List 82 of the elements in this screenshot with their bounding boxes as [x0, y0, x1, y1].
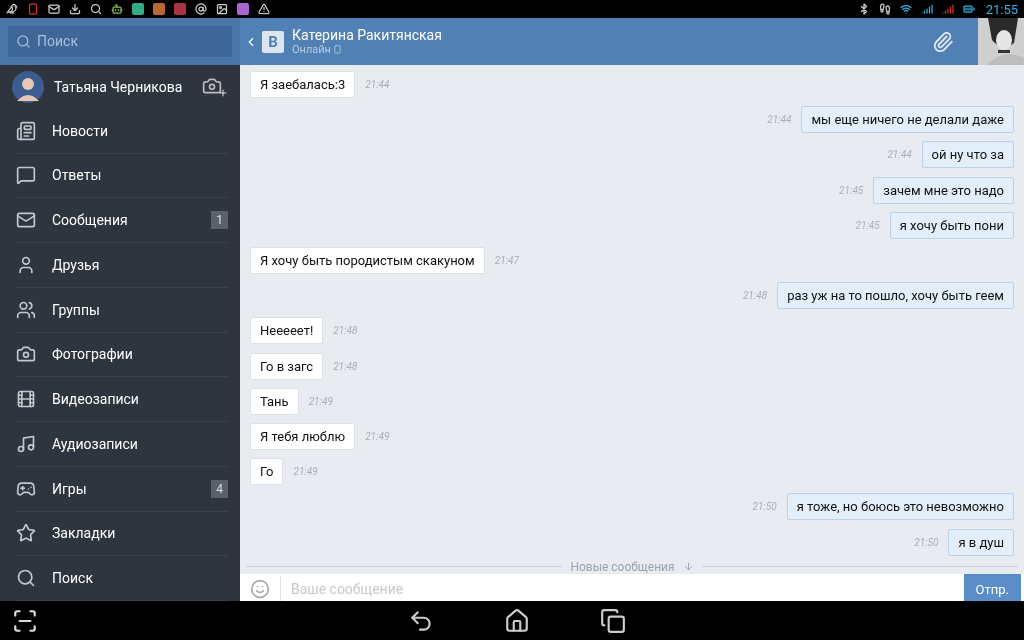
online-status: Онлайн [292, 43, 331, 56]
app-icon [174, 3, 186, 15]
search-placeholder: Поиск [37, 33, 78, 50]
message-time: 21:50 [752, 501, 777, 513]
contact-name: Катерина Ракитянская [292, 27, 443, 43]
received-message: Го [250, 458, 284, 486]
image-icon [216, 3, 228, 15]
music-note-icon [16, 433, 36, 454]
message-time: 21:44 [887, 149, 912, 161]
at-sign-icon [195, 3, 207, 15]
message-time: 21:45 [839, 184, 864, 196]
received-message: Я тебя люблю [250, 422, 356, 450]
mail-icon [48, 3, 60, 15]
newspaper-icon [16, 120, 36, 141]
message-time: 21:45 [855, 219, 880, 231]
message-time: 21:49 [365, 430, 390, 442]
sent-message: я тоже, но боюсь это невозможно [786, 493, 1014, 521]
sent-message: зачем мне это надо [873, 176, 1014, 204]
message-time: 21:48 [742, 290, 768, 302]
download-icon [69, 3, 81, 15]
vk-logo: B [262, 30, 284, 53]
phone-icon [332, 45, 342, 54]
recent-apps-icon[interactable] [600, 607, 626, 634]
people-icon [16, 299, 36, 320]
sent-message: мы еще ничего не делали даже [801, 106, 1014, 134]
chat-bubble-icon [16, 165, 36, 186]
menu-item[interactable]: Поиск [16, 556, 228, 601]
attach-icon[interactable] [932, 30, 954, 53]
message-time: 21:48 [333, 325, 358, 337]
screenshot-icon[interactable] [12, 607, 38, 634]
menu-item[interactable]: Аудиозаписи [16, 422, 228, 467]
warning-icon [258, 3, 270, 15]
message-time: 21:47 [494, 255, 519, 267]
wifi-icon [899, 3, 912, 15]
new-messages-divider: Новые сообщения [570, 559, 675, 574]
menu-item[interactable]: Сообщения 1 [16, 198, 228, 244]
message-time: 21:48 [333, 360, 358, 372]
sent-message: раз уж на то пошло, хочу быть геем [777, 282, 1014, 310]
home-icon[interactable] [504, 607, 530, 634]
message-time: 21:44 [365, 79, 390, 91]
profile-name: Татьяна Черникова [54, 78, 184, 95]
menu-item[interactable]: Ответы [16, 153, 228, 199]
bird-icon [6, 3, 18, 15]
received-message: Нееееет! [250, 317, 324, 345]
app-icon [132, 3, 144, 15]
menu-item[interactable]: Фотографии [16, 332, 228, 378]
message-time: 21:50 [914, 536, 939, 548]
phone-icon [27, 3, 39, 15]
sent-message: я хочу быть пони [889, 211, 1014, 239]
menu-item[interactable]: Закладки [16, 511, 228, 557]
envelope-icon [16, 210, 36, 231]
received-message: Тань [250, 387, 299, 415]
menu-item[interactable]: Новости [16, 108, 228, 154]
avatar [12, 70, 44, 103]
steps-icon [878, 3, 891, 15]
menu-item[interactable]: Группы [16, 287, 228, 333]
robot-icon [111, 3, 123, 15]
message-time: 21:49 [308, 395, 333, 407]
message-time: 21:44 [767, 114, 792, 126]
person-icon [16, 254, 36, 275]
star-icon [16, 523, 36, 544]
menu-item[interactable]: Друзья [16, 243, 228, 288]
app-icon [237, 3, 249, 15]
arrow-down-icon [682, 561, 694, 573]
menu-item[interactable]: Игры 4 [16, 466, 228, 512]
search-icon [16, 568, 36, 589]
camera-icon [16, 344, 36, 365]
received-message: Я хочу быть породистым скакуном [250, 247, 485, 275]
count-badge: 1 [211, 211, 228, 230]
count-badge: 4 [211, 479, 228, 498]
menu-item[interactable]: Видеозаписи [16, 377, 228, 423]
search-icon [90, 3, 102, 15]
received-message: Го в загс [250, 352, 324, 380]
app-icon [153, 3, 165, 15]
sent-message: я в душ [948, 528, 1014, 556]
search-icon [16, 33, 31, 49]
received-message: Я заебалась:3 [250, 71, 356, 99]
message-time: 21:49 [293, 466, 318, 478]
sent-message: ой ну что за [921, 141, 1014, 169]
battery-icon [962, 3, 975, 15]
clock-time: 21:55 [985, 1, 1018, 17]
film-icon [16, 389, 36, 410]
